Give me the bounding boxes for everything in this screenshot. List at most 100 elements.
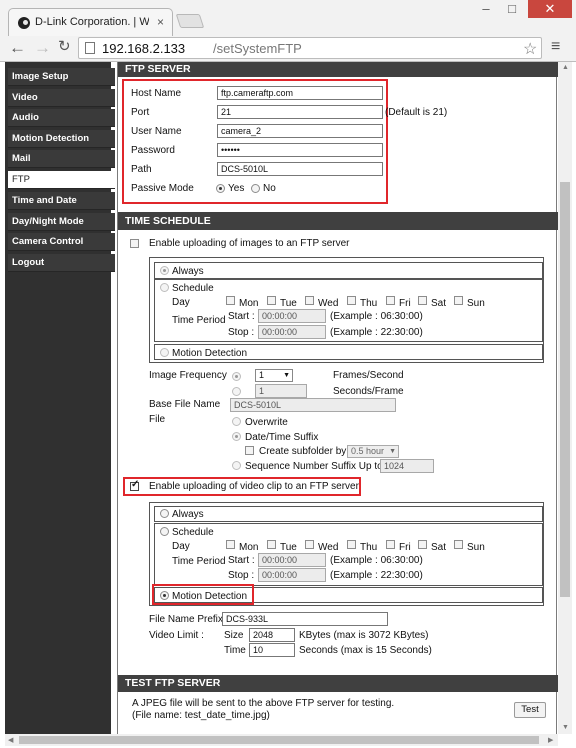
image-day-wed-label: Wed [318, 298, 339, 309]
image-day-thu-label: Thu [360, 298, 378, 309]
sidebar-item-day-night-mode[interactable]: Day/Night Mode [8, 213, 115, 231]
image-frequency-label: Image Frequency [149, 370, 227, 381]
sidebar-item-camera-control[interactable]: Camera Control [8, 233, 115, 251]
address-bar[interactable]: 192.168.2.133 /setSystemFTP ☆ [78, 37, 542, 59]
image-start-input[interactable]: 00:00:00 [258, 309, 326, 323]
scroll-up-icon[interactable]: ▲ [562, 64, 569, 71]
image-day-label: Day [172, 297, 190, 308]
subfolder-interval-select[interactable]: 0.5 hour ▼ [347, 445, 399, 458]
scroll-left-icon[interactable]: ◀ [8, 736, 13, 744]
video-day-mon-checkbox[interactable] [226, 540, 235, 549]
file-name-prefix-input[interactable]: DCS-933L [222, 612, 388, 626]
image-motion-radio[interactable] [160, 348, 169, 357]
sidebar-item-ftp[interactable]: FTP [8, 171, 115, 189]
video-always-label: Always [172, 509, 204, 520]
video-start-example: (Example : 06:30:00) [330, 555, 423, 566]
image-stop-input[interactable]: 00:00:00 [258, 325, 326, 339]
video-motion-label: Motion Detection [172, 591, 248, 602]
video-size-input[interactable]: 2048 [249, 628, 295, 642]
forward-arrow-icon[interactable]: → [34, 39, 51, 56]
horizontal-scrollbar[interactable]: ◀ ▶ [5, 734, 558, 746]
image-day-sat-checkbox[interactable] [418, 296, 427, 305]
window-close-button[interactable]: ✕ [528, 0, 572, 18]
window-minimize-button[interactable]: – [474, 0, 498, 18]
passive-no-radio[interactable] [251, 184, 260, 193]
browser-tab[interactable]: D-Link Corporation. | WIR × [8, 8, 173, 36]
back-arrow-icon[interactable]: ← [9, 39, 26, 56]
image-day-mon-checkbox[interactable] [226, 296, 235, 305]
new-tab-button[interactable] [175, 14, 205, 28]
sequence-suffix-input[interactable]: 1024 [380, 459, 434, 473]
vertical-scrollbar[interactable]: ▲ ▼ [558, 62, 572, 734]
seconds-per-frame-input[interactable]: 1 [255, 384, 307, 398]
video-start-input[interactable]: 00:00:00 [258, 553, 326, 567]
sidebar-item-time-and-date[interactable]: Time and Date [8, 192, 115, 210]
window-maximize-button[interactable]: □ [500, 0, 524, 18]
sidebar-item-motion-detection[interactable]: Motion Detection [8, 130, 115, 148]
sidebar-item-video[interactable]: Video [8, 89, 115, 107]
bookmark-star-icon[interactable]: ☆ [523, 39, 537, 59]
video-day-sun-checkbox[interactable] [454, 540, 463, 549]
video-schedule-radio[interactable] [160, 527, 169, 536]
sidebar-item-image-setup[interactable]: Image Setup [8, 68, 115, 86]
password-input[interactable]: •••••• [217, 143, 383, 157]
path-label: Path [131, 164, 152, 175]
scroll-down-icon[interactable]: ▼ [562, 724, 569, 731]
video-stop-example: (Example : 22:30:00) [330, 570, 423, 581]
path-input[interactable]: DCS-5010L [217, 162, 383, 176]
video-day-label: Day [172, 541, 190, 552]
sequence-suffix-label: Sequence Number Suffix Up to [245, 461, 383, 472]
sidebar: Image Setup Video Audio Motion Detection… [5, 62, 115, 734]
enable-image-upload-checkbox[interactable] [130, 239, 139, 248]
overwrite-radio[interactable] [232, 417, 241, 426]
create-subfolder-checkbox[interactable] [245, 446, 254, 455]
scroll-right-icon[interactable]: ▶ [548, 736, 553, 744]
seconds-per-frame-radio[interactable] [232, 387, 241, 396]
image-day-thu-checkbox[interactable] [347, 296, 356, 305]
sidebar-item-mail[interactable]: Mail [8, 150, 115, 168]
video-always-radio[interactable] [160, 509, 169, 518]
browser-menu-icon[interactable]: ≡ [551, 38, 560, 56]
passive-no-label: No [263, 183, 276, 194]
sidebar-item-audio[interactable]: Audio [8, 109, 115, 127]
sidebar-item-logout[interactable]: Logout [8, 254, 115, 272]
video-day-thu-checkbox[interactable] [347, 540, 356, 549]
video-motion-radio[interactable] [160, 591, 169, 600]
test-button[interactable]: Test [514, 702, 546, 718]
image-motion-label: Motion Detection [172, 348, 248, 359]
file-label: File [149, 414, 166, 425]
sequence-suffix-radio[interactable] [232, 461, 241, 470]
horizontal-scrollbar-thumb[interactable] [19, 736, 539, 744]
video-time-input[interactable]: 10 [249, 643, 295, 657]
image-schedule-radio[interactable] [160, 283, 169, 292]
video-size-unit: KBytes (max is 3072 KBytes) [299, 630, 429, 641]
video-time-period-label: Time Period [172, 556, 226, 567]
image-day-sun-checkbox[interactable] [454, 296, 463, 305]
video-day-fri-checkbox[interactable] [386, 540, 395, 549]
base-file-name-label: Base File Name [149, 399, 221, 410]
enable-video-upload-checkbox[interactable] [130, 479, 139, 491]
image-day-fri-checkbox[interactable] [386, 296, 395, 305]
tab-close-icon[interactable]: × [157, 15, 164, 29]
subfolder-interval-value: 0.5 hour [351, 446, 385, 456]
user-name-input[interactable]: camera_2 [217, 124, 383, 138]
video-day-sat-checkbox[interactable] [418, 540, 427, 549]
video-stop-input[interactable]: 00:00:00 [258, 568, 326, 582]
port-input[interactable]: 21 [217, 105, 383, 119]
video-day-wed-checkbox[interactable] [305, 540, 314, 549]
frames-per-second-select[interactable]: 1 ▼ [255, 369, 293, 382]
password-label: Password [131, 145, 175, 156]
passive-yes-radio[interactable] [216, 184, 225, 193]
base-file-name-input[interactable]: DCS-5010L [230, 398, 396, 412]
vertical-scrollbar-thumb[interactable] [560, 182, 570, 597]
datetime-suffix-radio[interactable] [232, 432, 241, 441]
url-path: /setSystemFTP [213, 41, 302, 56]
image-day-tue-checkbox[interactable] [267, 296, 276, 305]
video-day-tue-checkbox[interactable] [267, 540, 276, 549]
frames-per-second-radio[interactable] [232, 372, 241, 381]
video-start-label: Start : [228, 555, 255, 566]
host-name-input[interactable]: ftp.cameraftp.com [217, 86, 383, 100]
image-always-radio[interactable] [160, 266, 169, 275]
reload-icon[interactable]: ↻ [58, 39, 71, 55]
image-day-wed-checkbox[interactable] [305, 296, 314, 305]
